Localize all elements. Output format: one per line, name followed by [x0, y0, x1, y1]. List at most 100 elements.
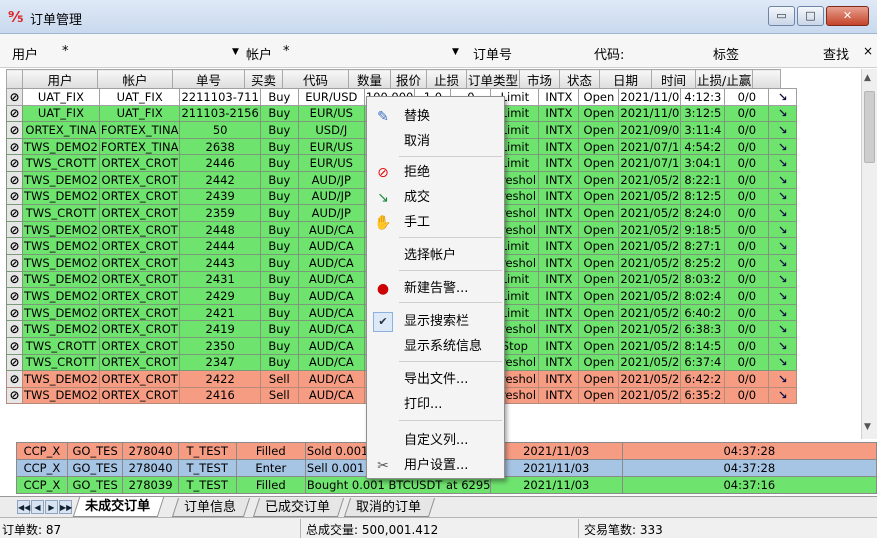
no-entry-icon[interactable]: ⊘	[6, 320, 23, 338]
scroll-down-icon[interactable]: ▼	[864, 422, 871, 432]
fill-arrow-icon[interactable]: ↘	[768, 104, 798, 123]
fill-arrow-icon[interactable]: ↘	[768, 121, 798, 139]
fill-arrow-icon[interactable]: ↘	[768, 137, 798, 156]
column-header[interactable]: 帐户	[97, 69, 173, 90]
nav-prev-icon[interactable]: ◀	[31, 500, 44, 514]
account-filter-select[interactable]: *	[283, 44, 290, 59]
column-header[interactable]: 代码	[282, 69, 349, 90]
no-entry-icon[interactable]: ⊘	[6, 104, 23, 123]
fill-arrow-icon[interactable]: ↘	[768, 170, 798, 189]
column-header[interactable]: 单号	[172, 69, 245, 90]
menu-item[interactable]: 显示系统信息	[367, 335, 504, 359]
no-entry-icon[interactable]: ⊘	[6, 154, 23, 172]
menu-item[interactable]: 自定义列...	[367, 429, 504, 453]
no-entry-icon[interactable]: ⊘	[6, 204, 23, 222]
order-cell: ORTEX_CROT	[98, 320, 181, 338]
minimize-button[interactable]: ▭	[768, 6, 795, 26]
scroll-thumb[interactable]	[864, 91, 875, 163]
no-entry-icon[interactable]: ⊘	[6, 137, 23, 156]
message-cell: 278040	[122, 459, 179, 477]
nav-first-icon[interactable]: ◀◀	[17, 500, 30, 514]
user-filter-select[interactable]: *	[62, 44, 69, 59]
fill-arrow-icon[interactable]: ↘	[768, 204, 798, 222]
menu-item[interactable]: ✎ 替换	[367, 105, 504, 129]
trade-count: 交易笔数: 333	[584, 523, 663, 537]
menu-item[interactable]: 导出文件...	[367, 368, 504, 392]
column-header[interactable]: 用户	[22, 69, 98, 90]
no-entry-icon[interactable]: ⊘	[6, 170, 23, 189]
fill-arrow-icon[interactable]: ↘	[768, 303, 798, 322]
menu-item[interactable]: 选择帐户	[367, 244, 504, 268]
scroll-up-icon[interactable]: ▲	[864, 73, 871, 83]
message-row[interactable]: CCP_X GO_TES 278039 T_TEST Filled Bought 0.00…	[16, 476, 877, 494]
fill-arrow-icon[interactable]: ↘	[768, 370, 798, 388]
maximize-button[interactable]: □	[797, 6, 824, 26]
nav-next-icon[interactable]: ▶	[45, 500, 58, 514]
order-cell: Open	[578, 104, 620, 123]
column-header[interactable]: 市场	[519, 69, 561, 90]
tab-open-orders[interactable]: 未成交订单	[72, 497, 165, 517]
no-entry-icon[interactable]: ⊘	[6, 270, 23, 289]
tab-order-info[interactable]: 订单信息	[171, 498, 251, 517]
fill-arrow-icon[interactable]: ↘	[768, 220, 798, 239]
search-button[interactable]: 查找	[823, 44, 849, 63]
column-header[interactable]	[752, 69, 782, 90]
menu-item[interactable]: ● 新建告警...	[367, 277, 504, 301]
fill-arrow-icon[interactable]: ↘	[768, 154, 798, 172]
order-cell: INTX	[538, 287, 580, 305]
no-entry-icon[interactable]: ⊘	[6, 187, 23, 206]
no-entry-icon[interactable]: ⊘	[6, 88, 23, 106]
order-cell: 4:12:3	[680, 88, 726, 106]
column-header[interactable]	[6, 69, 23, 90]
fill-arrow-icon[interactable]: ↘	[768, 253, 798, 272]
fill-arrow-icon[interactable]: ↘	[768, 386, 798, 405]
no-entry-icon[interactable]: ⊘	[6, 237, 23, 255]
no-entry-icon[interactable]: ⊘	[6, 370, 23, 388]
order-cell: 3:12:5	[680, 104, 726, 123]
no-entry-icon[interactable]: ⊘	[6, 253, 23, 272]
nav-last-icon[interactable]: ▶▶	[59, 500, 72, 514]
menu-item[interactable]: 取消	[367, 130, 504, 154]
column-header[interactable]: 报价	[390, 69, 427, 90]
fill-arrow-icon[interactable]: ↘	[768, 88, 798, 106]
column-header[interactable]: 订单类型	[465, 69, 521, 90]
close-filter-icon[interactable]: ×	[863, 44, 873, 58]
column-header[interactable]: 时间	[651, 69, 697, 90]
no-entry-icon[interactable]: ⊘	[6, 287, 23, 305]
message-cell: Enter	[235, 459, 306, 477]
tab-cancelled-orders[interactable]: 取消的订单	[343, 498, 436, 517]
fill-arrow-icon[interactable]: ↘	[768, 287, 798, 305]
menu-item[interactable]: ✔ 显示搜索栏	[367, 310, 504, 334]
column-header[interactable]: 日期	[599, 69, 653, 90]
column-header[interactable]: 数量	[348, 69, 391, 90]
fill-arrow-icon[interactable]: ↘	[768, 336, 798, 355]
divider	[578, 519, 579, 538]
column-header[interactable]: 状态	[559, 69, 601, 90]
fill-arrow-icon[interactable]: ↘	[768, 187, 798, 206]
menu-item[interactable]: ↘ 成交	[367, 186, 504, 210]
chevron-down-icon[interactable]: ▼	[232, 47, 239, 57]
fill-arrow-icon[interactable]: ↘	[768, 353, 798, 372]
fill-arrow-icon[interactable]: ↘	[768, 320, 798, 338]
fill-arrow-icon[interactable]: ↘	[768, 270, 798, 289]
chevron-down-icon[interactable]: ▼	[452, 47, 459, 57]
vertical-scrollbar[interactable]: ▲ ▼	[861, 69, 877, 439]
no-entry-icon[interactable]: ⊘	[6, 303, 23, 322]
menu-item[interactable]: ⊘ 拒绝	[367, 161, 504, 185]
close-button[interactable]: ✕	[826, 6, 869, 26]
no-entry-icon[interactable]: ⊘	[6, 121, 23, 139]
menu-item[interactable]: ✋ 手工	[367, 211, 504, 235]
message-cell: 278040	[122, 442, 179, 460]
no-entry-icon[interactable]: ⊘	[6, 220, 23, 239]
fill-arrow-icon[interactable]: ↘	[768, 237, 798, 255]
tab-filled-orders[interactable]: 已成交订单	[252, 498, 345, 517]
no-entry-icon[interactable]: ⊘	[6, 336, 23, 355]
filter-bar: 用户 * ▼ 帐户 * ▼ 订单号 代码: 标签 查找 ×	[0, 34, 877, 68]
no-entry-icon[interactable]: ⊘	[6, 353, 23, 372]
column-header[interactable]: 止损/止赢	[695, 69, 754, 90]
menu-item[interactable]: ✂ 用户设置...	[367, 454, 504, 478]
column-header[interactable]: 买卖	[244, 69, 283, 90]
menu-item[interactable]: 打印...	[367, 393, 504, 417]
no-entry-icon[interactable]: ⊘	[6, 386, 23, 405]
column-header[interactable]: 止损	[426, 69, 467, 90]
